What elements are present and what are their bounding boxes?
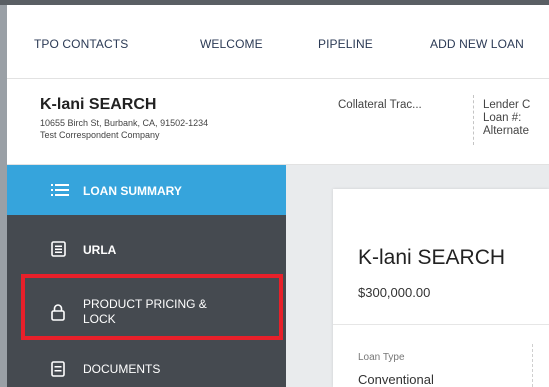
sidebar-item-label: DOCUMENTS: [83, 362, 161, 376]
sidebar-item-label-line: LOCK: [83, 312, 116, 326]
top-nav: TPO CONTACTS WELCOME PIPELINE ADD NEW LO…: [7, 5, 549, 79]
borrower-address: 10655 Birch St, Burbank, CA, 91502-1234: [40, 118, 209, 128]
sidebar-item-loan-summary[interactable]: LOAN SUMMARY: [7, 165, 286, 215]
sidebar-item-urla[interactable]: URLA: [7, 223, 286, 273]
nav-pipeline[interactable]: PIPELINE: [318, 37, 373, 51]
sidebar-item-documents[interactable]: DOCUMENTS: [7, 349, 286, 387]
document-icon: [51, 361, 65, 380]
window-left-edge: [0, 5, 7, 387]
nav-welcome[interactable]: WELCOME: [200, 37, 263, 51]
list-icon: [51, 183, 69, 200]
header-divider: [473, 95, 474, 145]
loan-type-value: Conventional: [358, 372, 434, 387]
sidebar-item-label: PRODUCT PRICING & LOCK: [83, 297, 207, 327]
loan-type-label: Loan Type: [358, 352, 405, 363]
card-field-divider: [532, 344, 533, 387]
sidebar-item-label: URLA: [83, 243, 117, 257]
sidebar-item-label: LOAN SUMMARY: [83, 184, 182, 198]
borrower-name: K-lani SEARCH: [40, 96, 157, 113]
nav-tpo-contacts[interactable]: TPO CONTACTS: [34, 37, 128, 51]
alternate-line: Alternate: [483, 125, 530, 137]
sidebar-item-label-line: PRODUCT PRICING &: [83, 297, 207, 311]
lender-info: Lender C Loan #: Alternate: [483, 99, 530, 138]
main-content: K-lani SEARCH $300,000.00 Loan Type Conv…: [286, 165, 549, 387]
collateral-tracking-link[interactable]: Collateral Trac...: [338, 99, 422, 111]
sidebar-item-product-pricing-lock[interactable]: PRODUCT PRICING & LOCK: [7, 283, 286, 343]
borrower-bar: K-lani SEARCH 10655 Birch St, Burbank, C…: [7, 79, 549, 165]
lock-icon: [51, 303, 65, 324]
lender-line: Lender C: [483, 99, 531, 111]
card-divider: [333, 324, 549, 325]
sidebar: LOAN SUMMARY URLA PRODUCT PRICING & LOCK…: [7, 165, 286, 387]
app-frame: TPO CONTACTS WELCOME PIPELINE ADD NEW LO…: [7, 5, 549, 387]
loan-borrower-title: K-lani SEARCH: [358, 246, 506, 269]
form-icon: [51, 241, 66, 260]
loan-amount: $300,000.00: [358, 285, 431, 300]
borrower-company: Test Correspondent Company: [40, 130, 160, 140]
loan-number-line: Loan #:: [483, 112, 522, 124]
nav-add-new-loan[interactable]: ADD NEW LOAN: [430, 37, 524, 51]
loan-summary-card: K-lani SEARCH $300,000.00 Loan Type Conv…: [333, 189, 549, 387]
